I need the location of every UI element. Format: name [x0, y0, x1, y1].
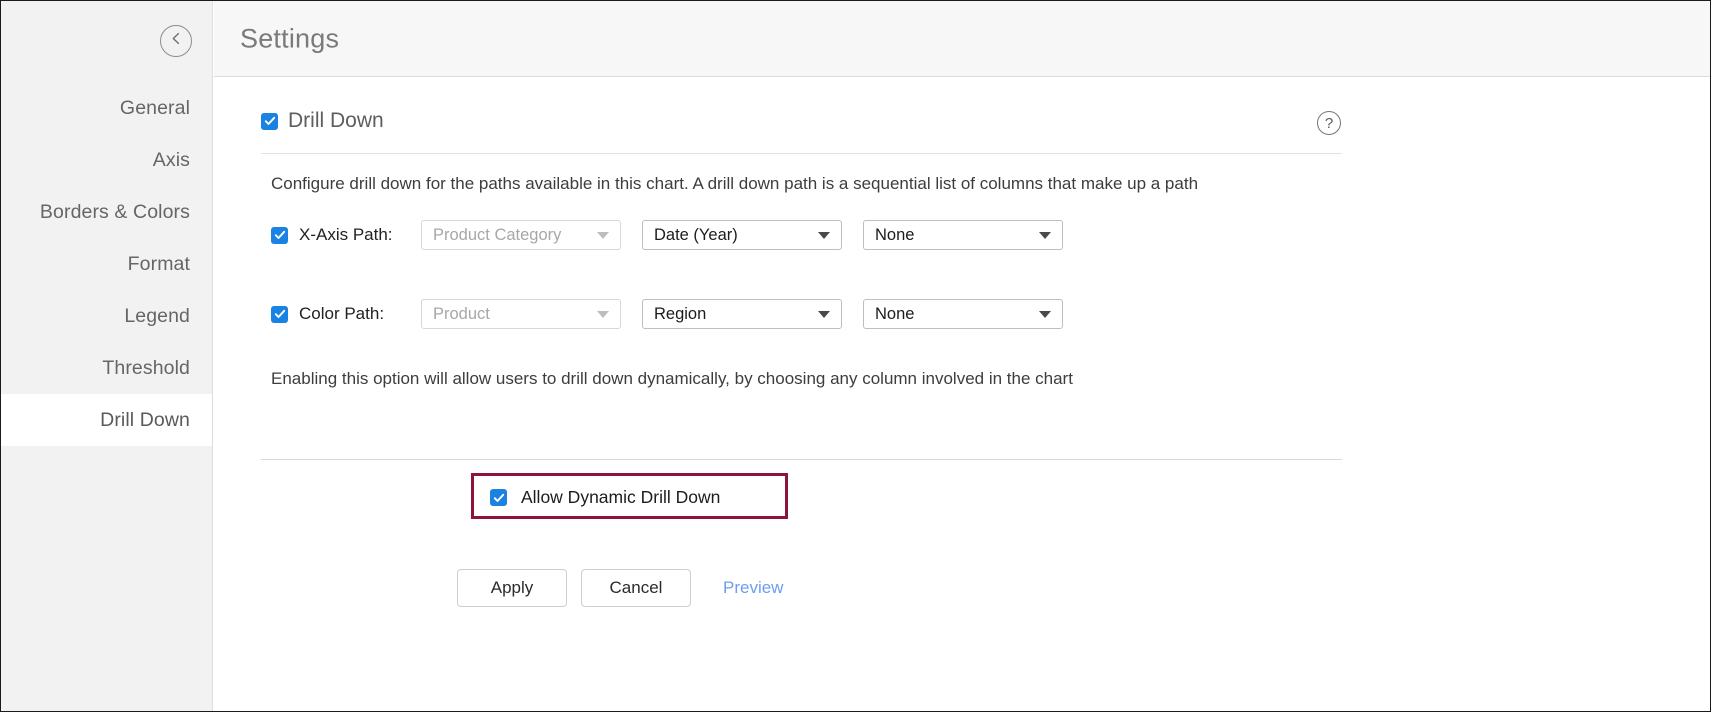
settings-window: General Axis Borders & Colors Format Leg… [0, 0, 1711, 712]
sidebar-item-drill-down[interactable]: Drill Down [1, 394, 212, 446]
section-divider-top [261, 153, 1342, 154]
sidebar-item-label: Axis [152, 149, 190, 171]
drill-down-enable-checkbox[interactable] [261, 112, 278, 130]
color-path-select-1: Product [421, 299, 621, 329]
sidebar-item-threshold[interactable]: Threshold [1, 342, 212, 394]
color-path-row: Color Path: Product Region None [271, 299, 1084, 329]
color-path-select-2[interactable]: Region [642, 299, 842, 329]
color-path-checkbox[interactable] [271, 305, 288, 323]
x-axis-path-select-3[interactable]: None [863, 220, 1063, 250]
chevron-down-icon [1039, 231, 1051, 239]
sidebar-item-general[interactable]: General [1, 82, 212, 134]
sidebar-item-borders-colors[interactable]: Borders & Colors [1, 186, 212, 238]
help-glyph: ? [1324, 114, 1334, 132]
drill-down-section-title: Drill Down [288, 109, 384, 132]
color-path-select-3[interactable]: None [863, 299, 1063, 329]
question-mark-circle-icon[interactable]: ? [1317, 111, 1341, 135]
settings-content: Drill Down ? Configure drill down for th… [214, 78, 1710, 711]
sidebar-item-axis[interactable]: Axis [1, 134, 212, 186]
select-value: Date (Year) [654, 225, 738, 244]
sidebar-item-label: Legend [124, 305, 190, 327]
settings-header: Settings [214, 1, 1710, 77]
select-value: Product [433, 304, 490, 323]
color-path-label: Color Path: [299, 304, 385, 323]
chevron-down-icon [818, 310, 830, 318]
allow-dynamic-drill-down-checkbox[interactable] [490, 489, 507, 506]
sidebar-item-label: Format [127, 253, 190, 275]
select-value: None [875, 304, 915, 323]
chevron-down-icon [1039, 310, 1051, 318]
x-axis-path-select-1: Product Category [421, 220, 621, 250]
select-value: None [875, 225, 915, 244]
sidebar-item-label: Drill Down [100, 409, 190, 431]
chevron-down-icon [597, 310, 609, 318]
drill-down-section-header: Drill Down ? [261, 107, 1341, 150]
sidebar-item-format[interactable]: Format [1, 238, 212, 290]
sidebar-item-legend[interactable]: Legend [1, 290, 212, 342]
action-button-row: Apply Cancel Preview [457, 569, 783, 607]
preview-link[interactable]: Preview [723, 578, 783, 598]
sidebar-item-label: General [119, 97, 190, 119]
chevron-left-circle-icon [170, 32, 183, 50]
paths-description: Configure drill down for the paths avail… [271, 174, 1199, 193]
select-value: Region [654, 304, 707, 323]
sidebar-item-label: Threshold [102, 357, 190, 379]
cancel-button[interactable]: Cancel [581, 569, 691, 607]
settings-sidebar: General Axis Borders & Colors Format Leg… [1, 1, 213, 711]
x-axis-path-checkbox[interactable] [271, 226, 288, 244]
sidebar-nav-list: General Axis Borders & Colors Format Leg… [1, 82, 212, 446]
collapse-panel-button[interactable] [160, 25, 192, 57]
allow-dynamic-drill-down-label: Allow Dynamic Drill Down [521, 487, 721, 507]
section-divider-bottom [261, 459, 1342, 460]
x-axis-path-label: X-Axis Path: [299, 225, 393, 244]
sidebar-item-label: Borders & Colors [39, 201, 190, 223]
chevron-down-icon [818, 231, 830, 239]
x-axis-path-row: X-Axis Path: Product Category Date (Year… [271, 220, 1084, 250]
dynamic-drill-down-description: Enabling this option will allow users to… [271, 369, 1073, 388]
x-axis-path-select-2[interactable]: Date (Year) [642, 220, 842, 250]
select-value: Product Category [433, 225, 562, 244]
apply-button[interactable]: Apply [457, 569, 567, 607]
page-title: Settings [240, 23, 340, 53]
allow-dynamic-drill-down-row: Allow Dynamic Drill Down [490, 487, 720, 508]
chevron-down-icon [597, 231, 609, 239]
